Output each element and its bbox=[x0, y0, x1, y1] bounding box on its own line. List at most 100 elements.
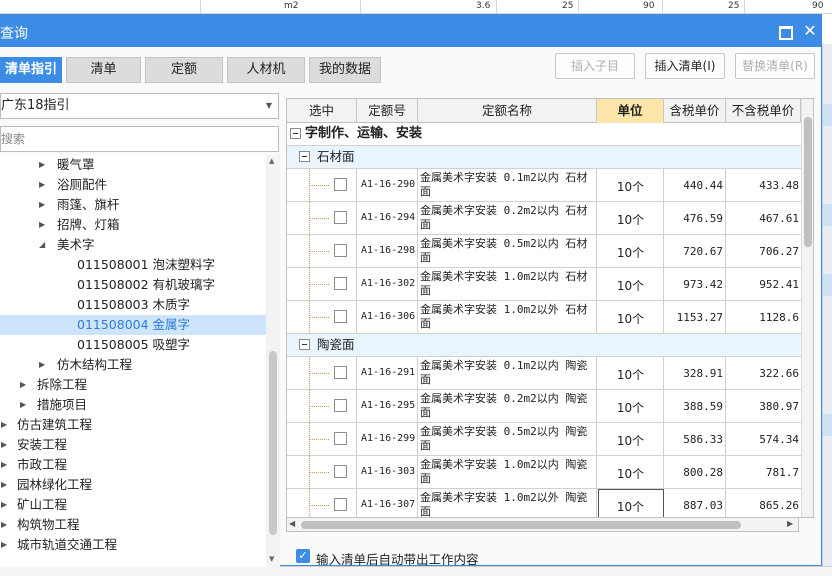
tab-list[interactable]: 清单 bbox=[66, 57, 141, 83]
quota-unit[interactable]: 10个 bbox=[597, 244, 664, 261]
tree-scrollbar[interactable]: ▲ ▼ bbox=[266, 155, 280, 567]
collapse-icon[interactable] bbox=[290, 128, 301, 139]
grid-vertical-scrollbar[interactable] bbox=[801, 99, 813, 517]
cell-select bbox=[287, 357, 357, 389]
quota-row[interactable]: A1-16-298 金属美术字安装 0.5m2以内 石材面 10个 720.67 706… bbox=[287, 235, 801, 268]
expand-icon[interactable]: ▶ bbox=[1, 495, 7, 515]
group-row[interactable]: 字制作、运输、安装 bbox=[287, 123, 801, 146]
tree-item[interactable]: ▶ 构筑物工程 bbox=[0, 515, 266, 535]
col-header-name[interactable]: 定额名称 bbox=[418, 99, 597, 123]
collapse-icon[interactable]: ◢ bbox=[39, 235, 45, 255]
collapse-icon[interactable] bbox=[299, 339, 310, 350]
replace-list-button[interactable]: 替换清单(R) bbox=[735, 53, 815, 79]
insert-list-button[interactable]: 插入清单(I) bbox=[645, 53, 725, 79]
grid-hscroll-thumb[interactable] bbox=[301, 521, 741, 529]
expand-icon[interactable]: ▶ bbox=[39, 215, 45, 235]
tree-item[interactable]: ▶ 措施项目 bbox=[0, 395, 266, 415]
col-header-notax-price[interactable]: 不含税单价 bbox=[726, 99, 801, 123]
col-header-select[interactable]: 选中 bbox=[287, 99, 357, 123]
grid-scroll-thumb[interactable] bbox=[804, 117, 812, 247]
quota-row[interactable]: A1-16-299 金属美术字安装 0.5m2以内 陶瓷面 10个 586.33 574… bbox=[287, 423, 801, 456]
quota-unit[interactable]: 10个 bbox=[597, 498, 664, 515]
quota-unit[interactable]: 10个 bbox=[597, 178, 664, 195]
auto-bring-label: 输入清单后自动带出工作内容 bbox=[316, 552, 479, 567]
collapse-icon[interactable] bbox=[299, 151, 310, 162]
quota-unit[interactable]: 10个 bbox=[597, 366, 664, 383]
expand-icon[interactable]: ▶ bbox=[1, 435, 7, 455]
tree-item[interactable]: ▶ 仿古建筑工程 bbox=[0, 415, 266, 435]
tab-quota[interactable]: 定额 bbox=[145, 57, 223, 83]
quota-row[interactable]: A1-16-306 金属美术字安装 1.0m2以外 石材面 10个 1153.27 11… bbox=[287, 301, 801, 334]
tree-item[interactable]: ▶ 拆除工程 bbox=[0, 375, 266, 395]
close-icon[interactable]: ✕ bbox=[800, 21, 820, 41]
quota-row[interactable]: A1-16-290 金属美术字安装 0.1m2以内 石材面 10个 440.44 433… bbox=[287, 169, 801, 202]
scroll-up-icon[interactable]: ▲ bbox=[269, 157, 274, 165]
quota-row[interactable]: A1-16-294 金属美术字安装 0.2m2以内 石材面 10个 476.59 467… bbox=[287, 202, 801, 235]
quota-name: 金属美术字安装 0.1m2以内 石材面 bbox=[420, 171, 588, 198]
tree-item[interactable]: ▶ 安装工程 bbox=[0, 435, 266, 455]
grid-horizontal-scrollbar[interactable]: ◀ ▶ bbox=[286, 518, 799, 532]
quota-unit[interactable]: 10个 bbox=[597, 432, 664, 449]
subgroup-row[interactable]: 石材面 bbox=[287, 146, 801, 169]
tab-my-data[interactable]: 我的数据 bbox=[309, 57, 381, 83]
quota-unit[interactable]: 10个 bbox=[597, 211, 664, 228]
tree-item[interactable]: ▶ 矿山工程 bbox=[0, 495, 266, 515]
quota-row[interactable]: A1-16-295 金属美术字安装 0.2m2以内 陶瓷面 10个 388.59 380… bbox=[287, 390, 801, 423]
tree-item[interactable]: ▶ 雨篷、旗杆 bbox=[0, 195, 266, 215]
tree-leaf[interactable]: 011508003 木质字 bbox=[0, 295, 266, 315]
tree-item[interactable]: ▶ 市政工程 bbox=[0, 455, 266, 475]
quota-unit[interactable]: 10个 bbox=[597, 465, 664, 482]
quota-code: A1-16-294 bbox=[361, 212, 416, 223]
quota-code: A1-16-298 bbox=[361, 245, 416, 256]
guide-select[interactable]: 广东18指引 ▼ bbox=[0, 93, 279, 119]
quota-row[interactable]: A1-16-291 金属美术字安装 0.1m2以内 陶瓷面 10个 328.91 322… bbox=[287, 357, 801, 390]
maximize-icon[interactable] bbox=[774, 21, 794, 41]
quota-notax-price: 781.7 bbox=[765, 466, 799, 479]
expand-icon[interactable]: ▶ bbox=[1, 535, 7, 555]
expand-icon[interactable]: ▶ bbox=[39, 155, 45, 175]
subgroup-row[interactable]: 陶瓷面 bbox=[287, 334, 801, 357]
expand-icon[interactable]: ▶ bbox=[1, 415, 7, 435]
col-header-code[interactable]: 定额号 bbox=[357, 99, 418, 123]
dialog-title: 查询 bbox=[0, 26, 28, 42]
scroll-down-icon[interactable]: ▼ bbox=[269, 555, 274, 563]
quota-code: A1-16-290 bbox=[361, 179, 416, 190]
tree-leaf[interactable]: 011508001 泡沫塑料字 bbox=[0, 255, 266, 275]
expand-icon[interactable]: ▶ bbox=[1, 475, 7, 495]
col-header-tax-price[interactable]: 含税单价 bbox=[664, 99, 726, 123]
tree-item[interactable]: ▶ 招牌、灯箱 bbox=[0, 215, 266, 235]
expand-icon[interactable]: ▶ bbox=[39, 175, 45, 195]
scroll-left-icon[interactable]: ◀ bbox=[289, 519, 295, 528]
tree-item[interactable]: ▶ 仿木结构工程 bbox=[0, 355, 266, 375]
tree-item[interactable]: ◢ 美术字 bbox=[0, 235, 266, 255]
tab-list-guide[interactable]: 清单指引 bbox=[0, 57, 62, 83]
expand-icon[interactable]: ▶ bbox=[1, 515, 7, 535]
tree-leaf[interactable]: 011508005 吸塑字 bbox=[0, 335, 266, 355]
quota-row[interactable]: A1-16-307 金属美术字安装 1.0m2以外 陶瓷面 10个 887.03 865… bbox=[287, 489, 801, 517]
tree-item[interactable]: ▶ 暖气罩 bbox=[0, 155, 266, 175]
dialog-titlebar[interactable]: 查询 ✕ bbox=[0, 15, 821, 47]
expand-icon[interactable]: ▶ bbox=[39, 195, 45, 215]
quota-row[interactable]: A1-16-303 金属美术字安装 1.0m2以内 陶瓷面 10个 800.28 781… bbox=[287, 456, 801, 489]
tree-leaf-selected[interactable]: 011508004 金属字 bbox=[0, 315, 266, 335]
quota-row[interactable]: A1-16-302 金属美术字安装 1.0m2以内 石材面 10个 973.42 952… bbox=[287, 268, 801, 301]
expand-icon[interactable]: ▶ bbox=[20, 395, 26, 415]
tree-item[interactable]: ▶ 城市轨道交通工程 bbox=[0, 535, 266, 555]
expand-icon[interactable]: ▶ bbox=[20, 375, 26, 395]
search-input[interactable]: 搜索 bbox=[0, 126, 279, 152]
tree-item[interactable]: ▶ 浴厕配件 bbox=[0, 175, 266, 195]
expand-icon[interactable]: ▶ bbox=[1, 455, 7, 475]
tree-item[interactable]: ▶ 园林绿化工程 bbox=[0, 475, 266, 495]
quota-unit[interactable]: 10个 bbox=[597, 399, 664, 416]
tree-scroll-thumb[interactable] bbox=[269, 351, 277, 535]
tree-leaf[interactable]: 011508002 有机玻璃字 bbox=[0, 275, 266, 295]
insert-child-button[interactable]: 插入子目 bbox=[555, 53, 635, 79]
tab-resources[interactable]: 人材机 bbox=[227, 57, 305, 83]
quota-unit[interactable]: 10个 bbox=[597, 277, 664, 294]
auto-bring-checkbox[interactable]: ✓ bbox=[296, 549, 310, 563]
col-header-unit[interactable]: 单位 bbox=[597, 99, 664, 123]
scroll-right-icon[interactable]: ▶ bbox=[787, 519, 793, 528]
quota-unit[interactable]: 10个 bbox=[597, 310, 664, 327]
cell-select bbox=[287, 235, 357, 267]
expand-icon[interactable]: ▶ bbox=[39, 355, 45, 375]
